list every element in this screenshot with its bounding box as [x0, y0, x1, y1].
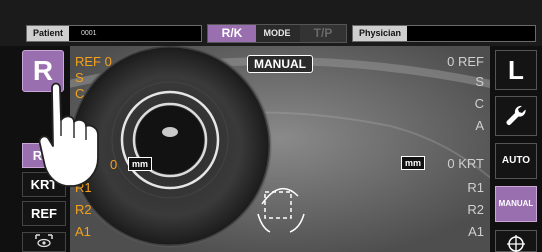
patient-field[interactable]: Patient 0001 — [26, 25, 202, 42]
left-eye-button[interactable]: L — [495, 50, 537, 90]
right-ref-count: 0 — [447, 54, 455, 69]
right-krt-header: 0 KRT — [430, 156, 484, 171]
left-krt-unit: mm — [128, 157, 152, 171]
right-ref-s: S — [475, 74, 484, 89]
auto-button[interactable]: AUTO — [495, 143, 537, 179]
right-ref-label: REF — [458, 54, 484, 69]
eye-image — [70, 46, 490, 252]
target-icon — [507, 235, 525, 252]
right-ref-c: C — [474, 96, 484, 111]
right-krt-unit: mm — [401, 156, 425, 170]
mode-label: MODE — [263, 28, 291, 38]
patient-id: 0001 — [81, 30, 97, 37]
tap-gesture-hand-icon — [38, 82, 99, 187]
right-krt-label: KRT — [458, 156, 484, 171]
physician-field[interactable]: Physician — [352, 25, 536, 42]
manual-mode-badge: MANUAL — [247, 55, 313, 73]
right-krt-r2: R2 — [467, 202, 484, 217]
left-ref-header: REF 0 — [75, 54, 112, 69]
patient-label: Patient — [27, 26, 70, 41]
left-krt-r2: R2 — [75, 202, 92, 217]
top-bar: Patient 0001 R/K MODE T/P Physician — [0, 0, 542, 46]
settings-button[interactable] — [495, 96, 537, 136]
camera-view[interactable] — [70, 46, 490, 252]
mode-tp-button[interactable]: T/P — [300, 25, 346, 42]
physician-label: Physician — [353, 26, 408, 41]
ref-button[interactable]: REF — [22, 201, 66, 226]
left-ref-count: 0 — [104, 54, 112, 69]
wrench-icon — [506, 105, 526, 125]
eye-scan-button[interactable] — [22, 232, 66, 252]
manual-button[interactable]: MANUAL — [495, 186, 537, 222]
mode-rk-button[interactable]: R/K — [208, 25, 256, 42]
right-krt-a1: A1 — [468, 224, 484, 239]
right-ref-header: 0 REF — [420, 54, 484, 69]
left-krt-a1: A1 — [75, 224, 91, 239]
eye-scan-icon — [35, 234, 53, 248]
right-krt-r1: R1 — [467, 180, 484, 195]
target-button[interactable] — [495, 230, 537, 252]
right-krt-count: 0 — [447, 156, 455, 171]
left-ref-label: REF — [75, 54, 101, 69]
mode-selector: R/K MODE T/P — [207, 24, 347, 43]
right-ref-a: A — [475, 118, 484, 133]
